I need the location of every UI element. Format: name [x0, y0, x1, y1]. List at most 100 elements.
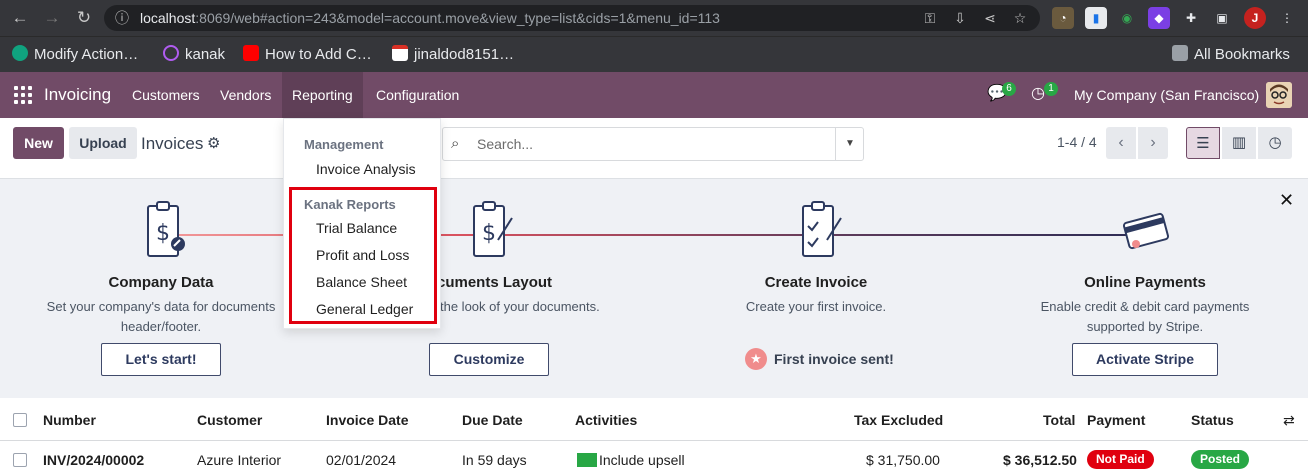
circle-icon — [163, 45, 179, 61]
step-description: Create your first invoice. — [745, 299, 887, 314]
all-bookmarks[interactable]: All Bookmarks — [1172, 45, 1290, 63]
search-icon: ⌕ — [451, 135, 460, 152]
menu-item-invoice-analysis[interactable]: Invoice Analysis — [316, 161, 416, 177]
customize-button[interactable]: Customize — [429, 343, 549, 376]
credit-card-icon — [1122, 212, 1170, 250]
browser-chrome: ← → ↻ ⓘ localhost:8069/web#action=243&mo… — [0, 0, 1308, 72]
bookmark-star-icon[interactable]: ☆ — [1012, 10, 1028, 26]
folder-icon — [1172, 45, 1188, 61]
column-activities[interactable]: Activities — [575, 412, 637, 428]
forward-arrow-icon[interactable]: → — [42, 8, 62, 28]
step-title: cuments Layout — [437, 274, 553, 291]
key-icon[interactable]: ⚿ — [922, 10, 938, 26]
step-done-label: First invoice sent! — [774, 351, 894, 367]
step-description: Enable credit & debit card payments suppo… — [1040, 299, 1250, 334]
row-checkbox[interactable] — [13, 453, 27, 467]
share-icon[interactable]: ⋖ — [982, 10, 998, 26]
step-title: Create Invoice — [764, 274, 868, 291]
step-description: the look of your documents. — [440, 299, 600, 314]
profile-avatar[interactable]: J — [1244, 7, 1266, 29]
cell-total: $ 36,512.50 — [1003, 452, 1077, 468]
search-input[interactable] — [477, 132, 827, 156]
column-status[interactable]: Status — [1191, 412, 1234, 428]
activities-count: 1 — [1044, 82, 1058, 96]
step-title: Online Payments — [1084, 274, 1206, 291]
cell-number: INV/2024/00002 — [43, 452, 145, 468]
extension-icon[interactable]: ◔ — [1052, 7, 1074, 29]
pager-previous-icon[interactable]: ‹ — [1106, 127, 1136, 159]
upload-button[interactable]: Upload — [69, 127, 137, 159]
search-options-toggle[interactable]: ▼ — [835, 128, 864, 160]
back-arrow-icon[interactable]: ← — [10, 8, 30, 28]
kebab-menu-icon[interactable]: ⋮ — [1276, 7, 1298, 29]
step-title: Company Data — [108, 274, 214, 291]
menu-vendors[interactable]: Vendors — [210, 72, 281, 118]
search-bar: ⌕ ▼ — [442, 127, 864, 161]
document-layout-icon: $ — [473, 201, 513, 257]
table-header: Number Customer Invoice Date Due Date Ac… — [0, 399, 1308, 441]
cell-due-date: In 59 days — [462, 452, 527, 468]
gear-icon[interactable]: ⚙ — [207, 134, 220, 152]
column-invoice-date[interactable]: Invoice Date — [326, 412, 408, 428]
menu-customers[interactable]: Customers — [122, 72, 210, 118]
extension-icon[interactable]: ▮ — [1085, 7, 1107, 29]
column-due-date[interactable]: Due Date — [462, 412, 523, 428]
list-view-icon[interactable]: ☰ — [1186, 127, 1220, 159]
app-name[interactable]: Invoicing — [34, 72, 121, 118]
reload-icon[interactable]: ↻ — [74, 8, 94, 28]
highlight-annotation — [289, 187, 437, 324]
page-title: Invoices — [141, 134, 204, 153]
star-icon: ★ — [745, 348, 767, 370]
menu-reporting[interactable]: Reporting — [282, 72, 363, 118]
cell-activity[interactable]: Include upsell — [577, 452, 685, 468]
address-bar[interactable]: ⓘ localhost:8069/web#action=243&model=ac… — [104, 5, 1040, 31]
svg-text:$: $ — [156, 221, 170, 246]
column-customer[interactable]: Customer — [197, 412, 262, 428]
install-icon[interactable]: ⇩ — [952, 10, 968, 26]
column-tax-excluded[interactable]: Tax Excluded — [854, 412, 943, 428]
url-text: localhost:8069/web#action=243&model=acco… — [140, 10, 720, 26]
activate-stripe-button[interactable]: Activate Stripe — [1072, 343, 1218, 376]
bookmark-item[interactable]: jinaldod8151… — [392, 45, 514, 63]
user-avatar[interactable] — [1266, 82, 1292, 108]
puzzle-icon[interactable]: ✚ — [1180, 7, 1202, 29]
column-number[interactable]: Number — [43, 412, 96, 428]
activity-view-icon[interactable]: ◷ — [1258, 127, 1292, 159]
site-info-icon[interactable]: ⓘ — [114, 10, 130, 26]
pager-value[interactable]: 1-4 / 4 — [1057, 134, 1097, 150]
bookmark-item[interactable]: Modify Action… — [12, 45, 138, 63]
payment-status-badge: Not Paid — [1087, 450, 1154, 469]
bookmark-item[interactable]: kanak — [163, 45, 225, 63]
svg-text:$: $ — [482, 221, 496, 246]
odoo-navbar: Invoicing Customers Vendors Reporting Co… — [0, 72, 1308, 118]
messages-count: 6 — [1002, 82, 1016, 96]
cell-tax-excluded: $ 31,750.00 — [866, 452, 940, 468]
dropdown-section-header: Management — [304, 137, 384, 152]
chatgpt-icon — [12, 45, 28, 61]
cell-customer: Azure Interior — [197, 452, 282, 468]
extension-icon[interactable]: ◉ — [1116, 7, 1138, 29]
extension-icon[interactable]: ◆ — [1148, 7, 1170, 29]
company-switcher[interactable]: My Company (San Francisco) — [1064, 72, 1269, 118]
bookmark-item[interactable]: How to Add C… — [243, 45, 372, 63]
create-invoice-icon — [802, 201, 842, 257]
column-settings-icon[interactable]: ⇄ — [1283, 412, 1295, 429]
browser-toolbar: ← → ↻ ⓘ localhost:8069/web#action=243&mo… — [0, 0, 1308, 36]
status-badge: Posted — [1191, 450, 1250, 469]
new-button[interactable]: New — [13, 127, 64, 159]
step-description: Set your company's data for documents hea… — [46, 299, 276, 334]
sidepanel-icon[interactable]: ▣ — [1211, 7, 1233, 29]
youtube-icon — [243, 45, 259, 61]
apps-menu-icon[interactable] — [14, 86, 32, 104]
pager-next-icon[interactable]: › — [1138, 127, 1168, 159]
menu-configuration[interactable]: Configuration — [366, 72, 469, 118]
lets-start-button[interactable]: Let's start! — [101, 343, 221, 376]
column-payment[interactable]: Payment — [1087, 412, 1145, 428]
bookmarks-bar: Modify Action… kanak How to Add C… jinal… — [0, 36, 1308, 72]
company-data-icon: $ — [147, 201, 185, 257]
select-all-checkbox[interactable] — [13, 413, 27, 427]
close-icon[interactable]: ✕ — [1279, 190, 1294, 211]
document-icon — [392, 45, 408, 61]
column-total[interactable]: Total — [1043, 412, 1075, 428]
kanban-view-icon[interactable]: ▥ — [1222, 127, 1256, 159]
